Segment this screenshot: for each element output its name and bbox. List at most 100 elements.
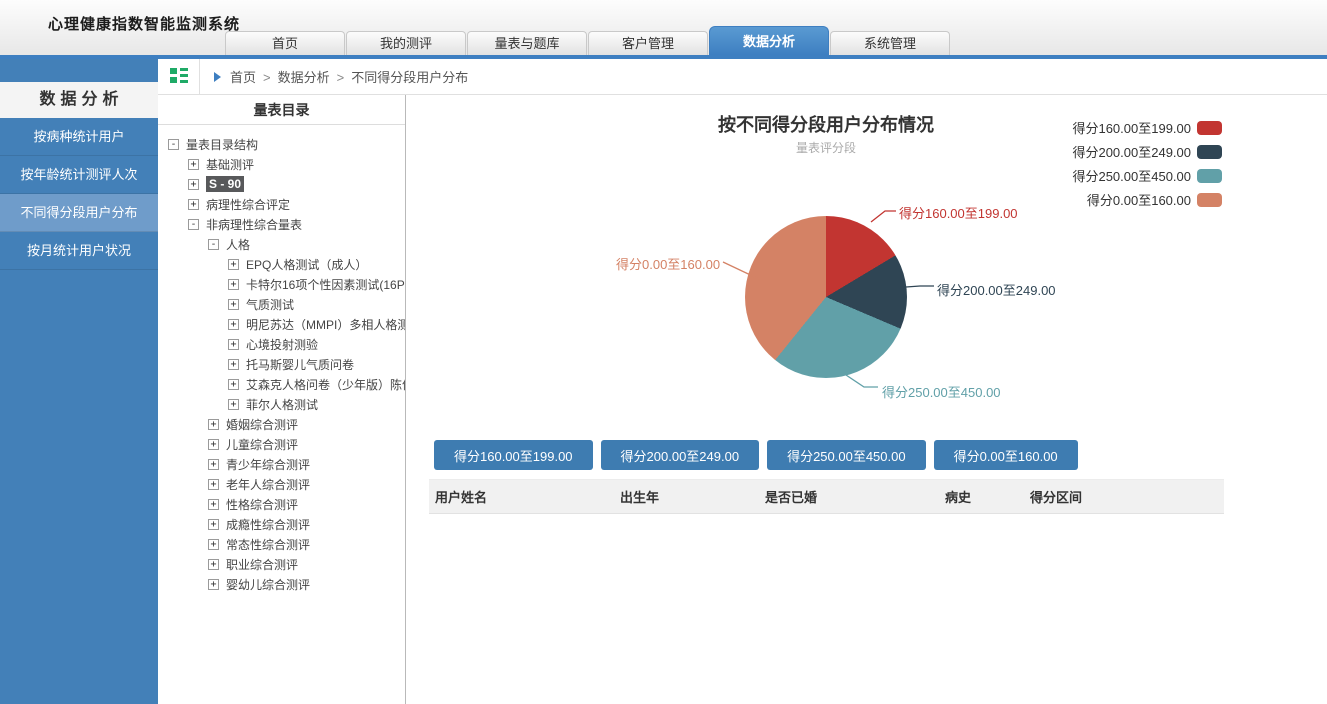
expand-icon[interactable]: + (228, 279, 239, 290)
tree-node[interactable]: + 基础测评 (168, 154, 405, 174)
tree-node-label: 心境投射测验 (246, 336, 318, 353)
table-column-header: 病史 (939, 480, 1024, 514)
chart-legend: 得分160.00至199.00 得分200.00至249.00 得分250.00至4… (1072, 120, 1222, 216)
tree-node-label: 基础测评 (206, 156, 254, 173)
user-table: 用户姓名出生年是否已婚病史得分区间 (429, 479, 1224, 514)
breadcrumb-separator: > (263, 70, 271, 85)
breadcrumb-separator: > (337, 70, 345, 85)
legend-swatch (1197, 145, 1222, 159)
tree-node[interactable]: +气质测试 (168, 294, 405, 314)
nav-tabs: 首页我的测评量表与题库客户管理数据分析系统管理 (225, 26, 951, 55)
sidebar-item[interactable]: 按月统计用户状况 (0, 232, 158, 270)
legend-item[interactable]: 得分200.00至249.00 (1072, 144, 1222, 159)
tree-node[interactable]: +EPQ人格测试（成人） (168, 254, 405, 274)
score-range-button[interactable]: 得分0.00至160.00 (934, 440, 1078, 470)
table-column-header: 出生年 (614, 480, 759, 514)
breadcrumb-bar: 首页 > 数据分析 > 不同得分段用户分布 (158, 59, 1327, 95)
tree-node[interactable]: +托马斯婴儿气质问卷 (168, 354, 405, 374)
tree-node-label: 儿童综合测评 (226, 436, 298, 453)
scale-catalog-panel: 量表目录 -量表目录结构+基础测评+S - 90+病理性综合评定-非病理性综合量… (158, 95, 406, 704)
tree-node[interactable]: + 心境投射测验 (168, 334, 405, 354)
grid-list-icon (170, 67, 188, 87)
tree-node[interactable]: + 病理性综合评定 (168, 194, 405, 214)
tree-node[interactable]: +婚姻综合测评 (168, 414, 405, 434)
tree-node[interactable]: + 儿童综合测评 (168, 434, 405, 454)
breadcrumb: 首页 > 数据分析 > 不同得分段用户分布 (200, 67, 468, 86)
nav-tab[interactable]: 系统管理 (830, 31, 950, 55)
legend-label: 得分160.00至199.00 (1072, 118, 1191, 137)
legend-swatch (1197, 169, 1222, 183)
expand-icon[interactable]: + (208, 559, 219, 570)
expand-icon[interactable]: + (228, 399, 239, 410)
sidebar-item[interactable]: 不同得分段用户分布 (0, 194, 158, 232)
tree-node[interactable]: -量表目录结构 (168, 134, 405, 154)
breadcrumb-item[interactable]: 首页 (230, 70, 256, 85)
expand-icon[interactable]: + (208, 459, 219, 470)
expand-icon[interactable]: + (208, 479, 219, 490)
table-column-header: 得分区间 (1024, 480, 1224, 514)
tree-node-label: 艾森克人格问卷（少年版）陈仲庚 (246, 376, 406, 393)
tree-node-label: 病理性综合评定 (206, 196, 290, 213)
tree-panel-title: 量表目录 (158, 95, 405, 125)
score-range-button[interactable]: 得分160.00至199.00 (434, 440, 593, 470)
nav-tab[interactable]: 首页 (225, 31, 345, 55)
nav-tab[interactable]: 客户管理 (588, 31, 708, 55)
expand-icon[interactable]: + (188, 199, 199, 210)
nav-tab[interactable]: 我的测评 (346, 31, 466, 55)
tree-node-label: 成瘾性综合测评 (226, 516, 310, 533)
legend-item[interactable]: 得分250.00至450.00 (1072, 168, 1222, 183)
sidebar-item[interactable]: 按年龄统计测评人次 (0, 156, 158, 194)
expand-icon[interactable]: + (228, 379, 239, 390)
expand-icon[interactable]: + (208, 579, 219, 590)
expand-icon[interactable]: + (228, 339, 239, 350)
tree-node-label: 卡特尔16项个性因素测试(16PF) (246, 276, 406, 293)
tree-node[interactable]: +S - 90 (168, 174, 405, 194)
score-range-button[interactable]: 得分200.00至249.00 (601, 440, 760, 470)
expand-icon[interactable]: + (188, 179, 199, 190)
tree-node[interactable]: -人格 (168, 234, 405, 254)
tree-node[interactable]: +老年人综合测评 (168, 474, 405, 494)
tree-node[interactable]: -非病理性综合量表 (168, 214, 405, 234)
tree-collapse-button[interactable] (158, 59, 200, 95)
collapse-icon[interactable]: - (168, 139, 179, 150)
chart-area: 按不同得分段用户分布情况 量表评分段 得分160.00至199.00得分200.… (406, 95, 1327, 704)
breadcrumb-item[interactable]: 数据分析 (278, 70, 330, 85)
tree-node[interactable]: + 职业综合测评 (168, 554, 405, 574)
tree-node-label: 量表目录结构 (186, 136, 258, 153)
tree-node[interactable]: + 成瘾性综合测评 (168, 514, 405, 534)
expand-icon[interactable]: + (228, 259, 239, 270)
tree-node[interactable]: + 菲尔人格测试 (168, 394, 405, 414)
nav-tab[interactable]: 量表与题库 (467, 31, 587, 55)
pie-chart[interactable] (745, 216, 907, 378)
expand-icon[interactable]: + (208, 539, 219, 550)
tree-node-label: 菲尔人格测试 (246, 396, 318, 413)
tree-node[interactable]: +常态性综合测评 (168, 534, 405, 554)
nav-tab[interactable]: 数据分析 (709, 26, 829, 55)
expand-icon[interactable]: + (188, 159, 199, 170)
pie-slice-label: 得分200.00至249.00 (937, 280, 1056, 299)
expand-icon[interactable]: + (208, 439, 219, 450)
expand-icon[interactable]: + (228, 299, 239, 310)
expand-icon[interactable]: + (208, 419, 219, 430)
tree-node[interactable]: + 明尼苏达（MMPI）多相人格测试 (168, 314, 405, 334)
breadcrumb-item[interactable]: 不同得分段用户分布 (351, 70, 468, 85)
expand-icon[interactable]: + (208, 519, 219, 530)
score-range-button[interactable]: 得分250.00至450.00 (767, 440, 926, 470)
tree-node-label: 明尼苏达（MMPI）多相人格测试 (246, 316, 406, 333)
tree-node[interactable]: +青少年综合测评 (168, 454, 405, 474)
score-range-filter-buttons: 得分160.00至199.00 得分200.00至249.00得分250.00至4… (434, 440, 1078, 470)
legend-item[interactable]: 得分160.00至199.00 (1072, 120, 1222, 135)
legend-item[interactable]: 得分0.00至160.00 (1072, 192, 1222, 207)
sidebar-item[interactable]: 按病种统计用户 (0, 118, 158, 156)
tree-node-label: 职业综合测评 (226, 556, 298, 573)
collapse-icon[interactable]: - (208, 239, 219, 250)
legend-swatch (1197, 193, 1222, 207)
tree-node[interactable]: + 艾森克人格问卷（少年版）陈仲庚 (168, 374, 405, 394)
collapse-icon[interactable]: - (188, 219, 199, 230)
tree-node[interactable]: +性格综合测评 (168, 494, 405, 514)
tree-node[interactable]: +婴幼儿综合测评 (168, 574, 405, 594)
tree-node[interactable]: + 卡特尔16项个性因素测试(16PF) (168, 274, 405, 294)
expand-icon[interactable]: + (208, 499, 219, 510)
expand-icon[interactable]: + (228, 359, 239, 370)
expand-icon[interactable]: + (228, 319, 239, 330)
